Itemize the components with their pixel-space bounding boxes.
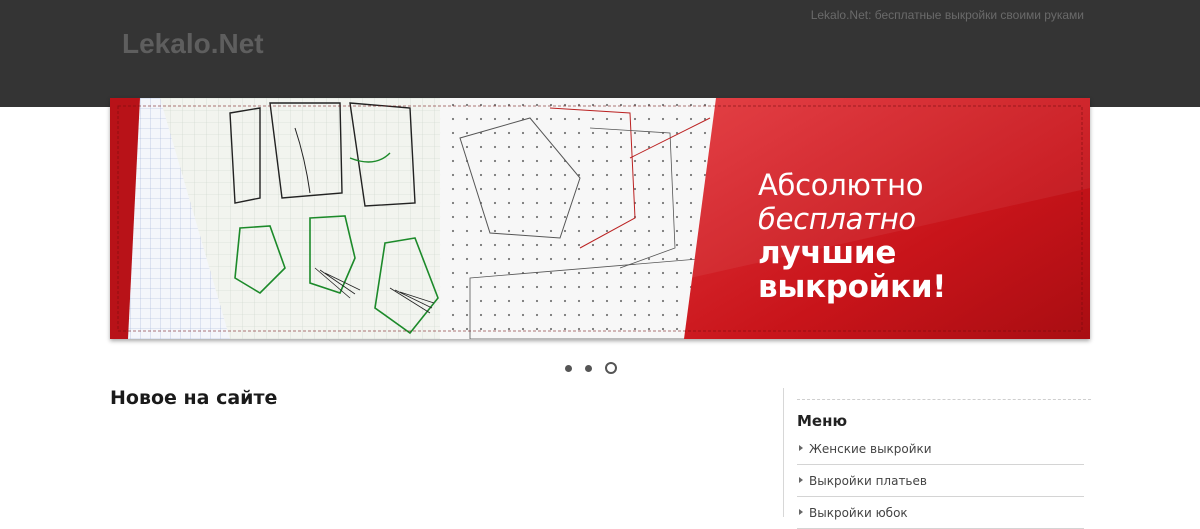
section-title: Новое на сайте bbox=[110, 387, 278, 409]
menu-list: Женские выкройки Выкройки платьев Выкрой… bbox=[797, 433, 1084, 529]
arrow-right-icon bbox=[799, 445, 803, 451]
slider-dot-2[interactable] bbox=[585, 364, 592, 372]
slider-pagination bbox=[565, 362, 617, 374]
slogan-line-2: бесплатно bbox=[758, 202, 916, 236]
slider-dot-3[interactable] bbox=[605, 362, 617, 374]
menu-item-label[interactable]: Выкройки платьев bbox=[809, 474, 927, 488]
banner-slogan: Абсолютно бесплатно лучшие выкройки! bbox=[758, 168, 1090, 304]
menu-item-label[interactable]: Женские выкройки bbox=[809, 442, 932, 456]
slogan-line-1: Абсолютно bbox=[758, 168, 924, 202]
slider-dot-1[interactable] bbox=[565, 364, 572, 372]
hero-slider[interactable]: Абсолютно бесплатно лучшие выкройки! bbox=[110, 98, 1090, 339]
sidebar-divider bbox=[797, 399, 1091, 400]
menu-item-dress-patterns[interactable]: Выкройки платьев bbox=[797, 465, 1084, 497]
menu-item-womens-patterns[interactable]: Женские выкройки bbox=[797, 433, 1084, 465]
sidebar: Меню Женские выкройки Выкройки платьев В… bbox=[783, 388, 1091, 529]
menu-title: Меню bbox=[797, 412, 848, 430]
site-logo[interactable]: Lekalo.Net bbox=[122, 28, 264, 60]
site-header: Lekalo.Net Lekalo.Net: бесплатные выкрой… bbox=[0, 0, 1200, 107]
menu-item-label[interactable]: Выкройки юбок bbox=[809, 506, 908, 520]
slogan-line-3: лучшие выкройки! bbox=[758, 235, 947, 305]
arrow-right-icon bbox=[799, 477, 803, 483]
menu-item-skirt-patterns[interactable]: Выкройки юбок bbox=[797, 497, 1084, 529]
arrow-right-icon bbox=[799, 509, 803, 515]
site-tagline: Lekalo.Net: бесплатные выкройки своими р… bbox=[810, 8, 1084, 22]
